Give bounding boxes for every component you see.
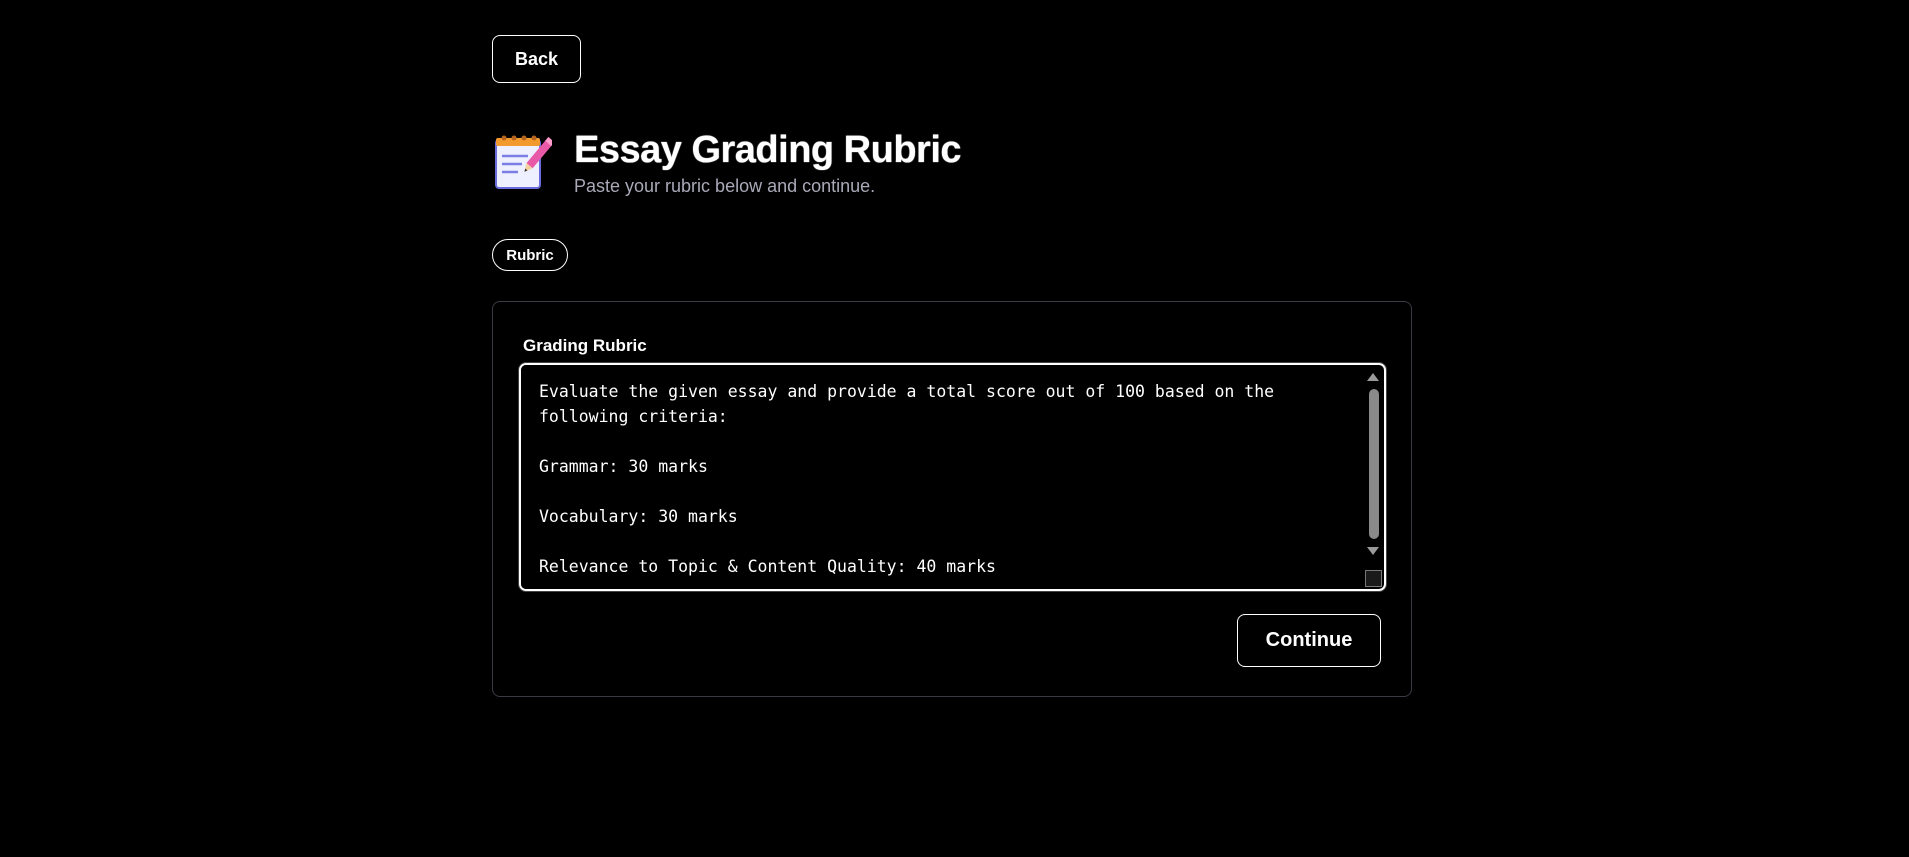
rubric-textarea[interactable]: Evaluate the given essay and provide a t… (521, 365, 1366, 589)
rubric-textarea-container: Evaluate the given essay and provide a t… (519, 363, 1386, 591)
grading-rubric-label: Grading Rubric (523, 336, 647, 355)
header-text: Essay Grading Rubric Paste your rubric b… (574, 128, 962, 197)
continue-button[interactable]: Continue (1237, 614, 1381, 667)
memo-icon (495, 135, 552, 189)
tab-rubric[interactable]: Rubric (492, 239, 568, 271)
scroll-down-icon[interactable] (1367, 547, 1379, 555)
textarea-scrollbar[interactable] (1365, 367, 1382, 587)
back-button[interactable]: Back (492, 35, 581, 83)
resize-handle-icon[interactable] (1365, 570, 1382, 587)
page-title: Essay Grading Rubric (574, 129, 962, 171)
page-subtitle: Paste your rubric below and continue. (574, 176, 876, 196)
page-header: Essay Grading Rubric Paste your rubric b… (492, 128, 962, 197)
scroll-thumb[interactable] (1369, 389, 1379, 539)
page: Back Essay Grading Rubric Paste your rub… (0, 0, 1909, 857)
rubric-card: Grading Rubric Evaluate the given essay … (492, 301, 1412, 697)
scroll-up-icon[interactable] (1367, 373, 1379, 381)
